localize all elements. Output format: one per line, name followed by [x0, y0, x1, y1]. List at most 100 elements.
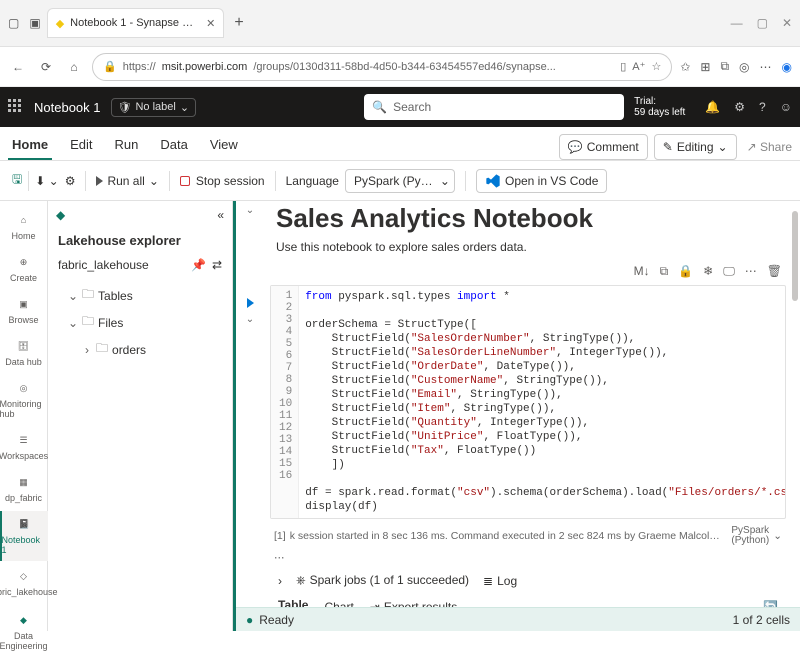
main-area: ⌂Home ⊕Create ▣Browse 🗄Data hub ◎Monitor… [0, 201, 800, 631]
refresh-output-icon[interactable]: 🔄 [763, 600, 778, 607]
delete-icon[interactable]: 🗑 [767, 264, 782, 279]
url-bar[interactable]: 🔒 https://msit.powerbi.com/groups/0130d3… [92, 53, 672, 81]
tree-orders[interactable]: ›🗀orders [68, 336, 230, 363]
run-all-button[interactable]: Run all ⌄ [92, 174, 162, 188]
search-input[interactable]: 🔍 Search [364, 94, 624, 120]
url-host: msit.powerbi.com [162, 61, 248, 73]
lakehouse-selector[interactable]: fabric_lakehouse 📌⇄ [48, 252, 232, 278]
menu-view[interactable]: View [206, 131, 242, 160]
rail-notebook[interactable]: 📓Notebook 1 [0, 511, 48, 561]
rail-dpfabric[interactable]: ▦dp_fabric [0, 469, 48, 509]
language-select[interactable]: PySpark (Pytho... ⌄ [345, 169, 455, 193]
back-button[interactable]: ← [8, 57, 28, 77]
url-path: /groups/0130d311-58bd-4d50-b344-63454557… [253, 61, 614, 73]
spark-jobs[interactable]: ⎈ Spark jobs (1 of 1 succeeded) [296, 573, 469, 588]
collapse-cell-icon[interactable]: ⌄ [246, 205, 254, 216]
refresh-button[interactable]: ⟳ [36, 57, 56, 77]
rail-create[interactable]: ⊕Create [0, 249, 48, 289]
notebook-heading: Sales Analytics Notebook [270, 201, 786, 236]
rail-persona[interactable]: ◆Data Engineering [0, 607, 48, 657]
content-scrollbar[interactable] [790, 201, 798, 607]
output-ellipsis[interactable]: ⋯ [270, 549, 786, 567]
maximize-icon[interactable]: ▢ [757, 16, 768, 30]
comment-button[interactable]: 💬Comment [559, 134, 648, 160]
menu-data[interactable]: Data [156, 131, 191, 160]
rail-monitoring[interactable]: ◎Monitoring hub [0, 375, 48, 425]
close-icon[interactable]: ✕ [206, 17, 215, 30]
chevron-down-icon[interactable]: ⌄ [773, 530, 782, 542]
execution-meta: [1] k session started in 8 sec 136 ms. C… [270, 523, 786, 549]
log-tab[interactable]: ≣ Log [483, 574, 517, 588]
open-vscode-button[interactable]: Open in VS Code [476, 169, 607, 193]
favorite-icon[interactable]: ☆ [651, 60, 661, 73]
tree-files-label: Files [98, 316, 123, 330]
run-cell-button[interactable] [247, 298, 254, 308]
bing-icon[interactable]: ◉ [782, 60, 792, 74]
share-button[interactable]: ↗ Share [747, 140, 792, 154]
more-icon[interactable]: ⋯ [745, 264, 757, 279]
collapse-code-icon[interactable]: ⌄ [246, 314, 254, 325]
lakehouse-header-icon: ◆ [56, 208, 65, 222]
status-bar: ● Ready 1 of 2 cells [236, 607, 800, 631]
language-label: Language [286, 174, 339, 188]
copy-icon[interactable]: ⧉ [660, 264, 669, 279]
freeze-icon[interactable]: ❄ [703, 264, 713, 279]
save-icon[interactable]: 🖫 [12, 170, 22, 191]
download-icon[interactable]: ⬇ ⌄ [35, 174, 58, 188]
chevron-right-icon: › [82, 343, 92, 357]
new-tab-button[interactable]: + [234, 14, 243, 32]
rail-notebook-label: Notebook 1 [2, 535, 48, 555]
tab-chart[interactable]: Chart [324, 600, 353, 607]
sensitivity-label[interactable]: 🛡 No label ⌄ [111, 98, 197, 117]
rail-datahub[interactable]: 🗄Data hub [0, 333, 48, 373]
menu-run[interactable]: Run [111, 131, 143, 160]
log-label: Log [497, 574, 517, 588]
window-close-icon[interactable]: ✕ [782, 16, 792, 30]
search-placeholder: Search [393, 100, 431, 114]
tab-table[interactable]: Table [278, 598, 308, 607]
notebook-name[interactable]: Notebook 1 [34, 100, 101, 115]
favorites-bar-icon[interactable]: ✩ [680, 60, 690, 74]
minimize-icon[interactable]: — [731, 16, 743, 30]
browser-tab[interactable]: ◆ Notebook 1 - Synapse Data Eng ✕ [47, 8, 225, 38]
notification-icon[interactable]: 🔔 [705, 100, 720, 114]
markdown-icon[interactable]: M↓ [634, 264, 650, 279]
gear-icon[interactable]: ⚙ [65, 174, 76, 188]
workspace-icon[interactable]: ▢ [8, 16, 19, 30]
grid-icon: ▦ [15, 473, 33, 491]
export-results-button[interactable]: ⇥ Export results ⌄ [370, 600, 471, 607]
present-icon[interactable]: 🖵 [723, 264, 735, 279]
feedback-icon[interactable]: ☺ [780, 100, 792, 114]
help-icon[interactable]: ? [759, 100, 766, 114]
rail-workspaces[interactable]: ☰Workspaces [0, 427, 48, 467]
rail-browse[interactable]: ▣Browse [0, 291, 48, 331]
swap-icon[interactable]: ⇄ [212, 258, 222, 272]
collections-icon[interactable]: ▣ [29, 16, 40, 30]
expand-icon[interactable]: › [278, 574, 282, 588]
lock-icon[interactable]: 🔒 [678, 264, 693, 279]
stop-session-button[interactable]: Stop session [176, 174, 269, 188]
app-launcher-icon[interactable] [8, 99, 24, 115]
code-body[interactable]: from pyspark.sql.types import * orderSch… [299, 286, 785, 518]
tree-files[interactable]: ⌄🗀Files [68, 309, 230, 336]
more-icon[interactable]: ⋯ [760, 60, 772, 74]
rail-lakehouse[interactable]: ◇fabric_lakehouse [0, 563, 48, 603]
menu-home[interactable]: Home [8, 131, 52, 160]
profile-icon[interactable]: ◎ [739, 60, 749, 74]
extensions-icon[interactable]: ⊞ [700, 60, 710, 74]
pin-icon[interactable]: 📌 [191, 258, 206, 272]
status-ready-icon: ● [246, 613, 253, 627]
lang-badge: PySpark (Python) [731, 526, 769, 546]
collections2-icon[interactable]: ⧉ [720, 59, 729, 74]
home-button[interactable]: ⌂ [64, 57, 84, 77]
reader-icon[interactable]: A⁺ [632, 60, 645, 73]
menu-edit[interactable]: Edit [66, 131, 96, 160]
rail-home[interactable]: ⌂Home [0, 207, 48, 247]
pen-icon [663, 140, 673, 154]
code-cell[interactable]: 12345678910111213141516 from pyspark.sql… [270, 285, 786, 519]
collapse-panel-icon[interactable]: « [217, 208, 224, 222]
tree-tables[interactable]: ⌄🗀Tables [68, 282, 230, 309]
editing-mode-button[interactable]: Editing⌄ [654, 134, 737, 160]
read-aloud-icon[interactable]: ▯ [620, 60, 626, 73]
settings-icon[interactable]: ⚙ [734, 100, 745, 114]
